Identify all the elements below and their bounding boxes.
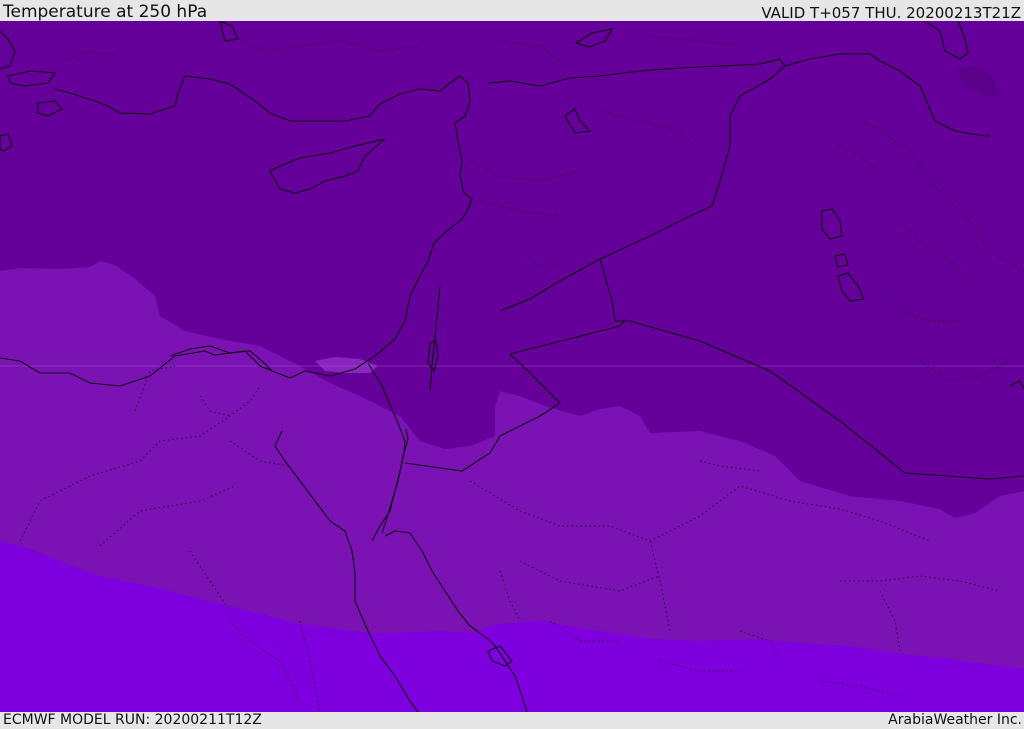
footer-bar: ECMWF MODEL RUN: 20200211T12Z ArabiaWeat… [0, 712, 1024, 729]
valid-time: VALID T+057 THU. 20200213T21Z [761, 4, 1021, 22]
map-title: Temperature at 250 hPa [3, 2, 208, 22]
model-run-label: ECMWF MODEL RUN: 20200211T12Z [3, 712, 262, 728]
credit-label: ArabiaWeather Inc. [888, 712, 1022, 728]
header-bar: Temperature at 250 hPa VALID T+057 THU. … [0, 0, 1024, 21]
temperature-map [0, 21, 1024, 712]
